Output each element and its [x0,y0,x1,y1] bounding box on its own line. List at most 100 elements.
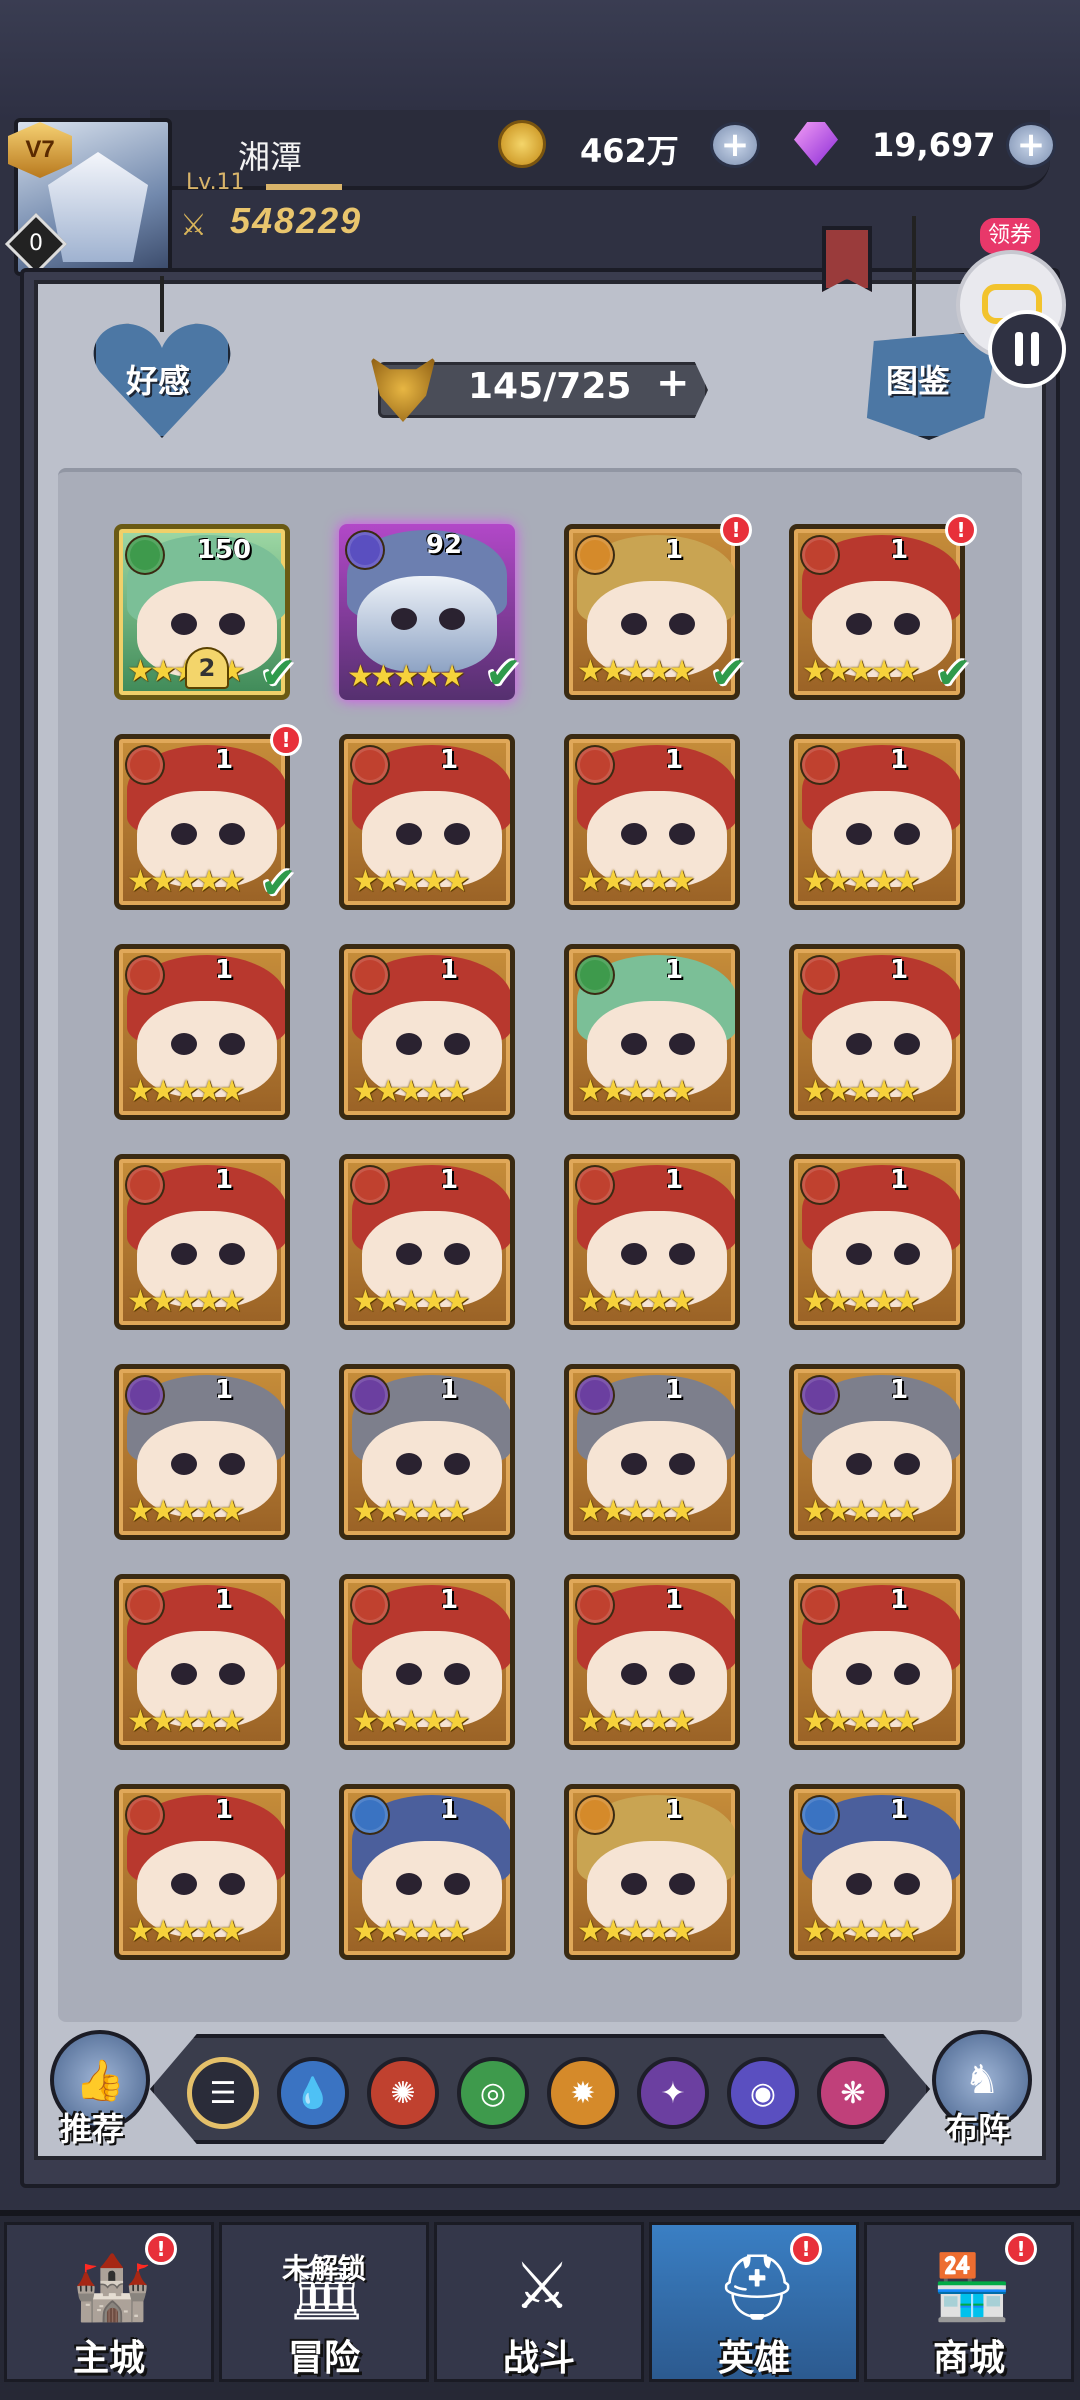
hero-card[interactable]: 1 ★★★★★ [564,1154,740,1330]
hero-stars: ★★★★★ [127,1494,246,1529]
hero-card[interactable]: 1 ★★★★★ [339,1784,515,1960]
hero-level: 1 [889,955,909,985]
level-progress-bar [266,184,342,190]
codex-label: 图鉴 [886,362,951,400]
nav-tab-battle[interactable]: ⚔ 战斗 [434,2222,644,2382]
hero-card[interactable]: 1 ★★★★★ [564,1364,740,1540]
filter-void-button[interactable]: ◉ [727,2057,799,2129]
hero-card[interactable]: 1 ★★★★★ [114,944,290,1120]
add-gold-button[interactable]: + [710,122,760,168]
hero-level: 1 [664,955,684,985]
hero-card[interactable]: 1 ★★★★★ [114,1574,290,1750]
hero-card[interactable]: 1 ★★★★★ [339,734,515,910]
badge-count-value: 0 [29,231,43,256]
hero-card[interactable]: 1 ★★★★★ [564,734,740,910]
nav-label: 冒险 [287,2338,360,2379]
fire-element-icon [802,747,838,783]
hero-level: 1 [664,1375,684,1405]
hero-card[interactable]: 1 ★★★★★ [789,1574,965,1750]
hero-eye [171,1453,197,1475]
hero-card[interactable]: 1 ★★★★★ [339,944,515,1120]
pause-button[interactable] [988,310,1066,388]
hero-level: 1 [439,1375,459,1405]
hero-card[interactable]: 1 ★★★★★ [789,944,965,1120]
hero-card[interactable]: 1 ★★★★★ [339,1574,515,1750]
filter-light-button[interactable]: ✹ [547,2057,619,2129]
hero-card[interactable]: 1 ★★★★★ [789,734,965,910]
fire-element-icon [802,1167,838,1203]
hero-card[interactable]: 1 ★★★★★ [789,1364,965,1540]
fire-element-icon [127,957,163,993]
hero-level: 1 [214,745,234,775]
add-gems-button[interactable]: + [1006,122,1056,168]
filter-water-button[interactable]: 💧 [277,2057,349,2129]
hero-eye [669,613,695,635]
light-element-icon [577,537,613,573]
hero-card[interactable]: 1 ★★★★★ [789,1154,965,1330]
fire-element-icon [127,1587,163,1623]
hero-eye [621,1453,647,1475]
hero-card[interactable]: 1 ★★★★★ [339,1364,515,1540]
hero-eye [621,613,647,635]
deployed-check-icon: ✔ [935,648,972,699]
filter-all-button[interactable]: ☰ [187,2057,259,2129]
fire-element-icon [802,537,838,573]
expand-capacity-button[interactable]: + [656,360,690,406]
hero-eye [219,1453,245,1475]
filter-wind-button[interactable]: ◎ [457,2057,529,2129]
pause-bar-icon [1031,332,1039,366]
hero-stars: ★★★★★ [802,1704,921,1739]
hero-eye [894,1663,920,1685]
hero-stars: ★★★★★ [577,1914,696,1949]
nav-tab-heroes[interactable]: ⛑ 英雄! [649,2222,859,2382]
hero-level: 1 [214,1165,234,1195]
hero-eye [391,608,417,630]
hero-eye [846,823,872,845]
coupon-badge[interactable]: 领券 [980,218,1040,254]
hero-level: 1 [664,1585,684,1615]
gem-amount: 19,697 [872,126,996,164]
star-rank-badge: 2 [185,647,229,689]
hero-count: 145/725 [468,366,632,407]
hero-stars: ★★★★★ [802,1494,921,1529]
hero-stars: ★★★★★ [352,1914,471,1949]
hero-level: 1 [439,1795,459,1825]
hero-eye [444,1453,470,1475]
hero-level: 1 [889,535,909,565]
hero-card[interactable]: 1 ★★★★★ [339,1154,515,1330]
deployed-check-icon: ✔ [260,858,297,909]
hero-card[interactable]: 1 ★★★★★ [114,1784,290,1960]
player-level: Lv.11 [186,170,245,195]
deployed-check-icon: ✔ [260,648,297,699]
hero-eye [171,823,197,845]
hero-eye [444,1033,470,1055]
power-icon: ⚔ [180,208,207,243]
hero-eye [669,1033,695,1055]
hero-level: 1 [214,1795,234,1825]
hero-card[interactable]: 1 ★★★★★ [789,1784,965,1960]
hero-card[interactable]: 1 ★★★★★ [564,944,740,1120]
hero-stars: ★★★★★ [352,1074,471,1109]
hero-eye [396,823,422,845]
hero-card[interactable]: 1 ★★★★★ [114,1154,290,1330]
dark-element-icon [352,1377,388,1413]
hero-eye [669,1663,695,1685]
filter-fire-button[interactable]: ✺ [367,2057,439,2129]
hero-level: 1 [439,745,459,775]
nav-tab-shop[interactable]: 🏪 商城! [864,2222,1074,2382]
hero-eye [846,1663,872,1685]
hero-card[interactable]: 1 ★★★★★ [564,1574,740,1750]
hero-eye [171,1243,197,1265]
nav-tab-adventure[interactable]: 🏛 未解锁 冒险 [219,2222,429,2382]
hero-card[interactable]: 1 ★★★★★ [564,1784,740,1960]
filter-dark-button[interactable]: ✦ [637,2057,709,2129]
nav-tab-main-city[interactable]: 🏰 主城! [4,2222,214,2382]
hero-level: 150 [196,535,252,565]
alert-badge-icon: ! [1005,2233,1037,2265]
hero-card[interactable]: 1 ★★★★★ [114,1364,290,1540]
hero-level: 1 [664,535,684,565]
filter-divine-button[interactable]: ❋ [817,2057,889,2129]
hero-eye [171,613,197,635]
gold-coin-icon [498,120,546,168]
fire-element-icon [352,957,388,993]
